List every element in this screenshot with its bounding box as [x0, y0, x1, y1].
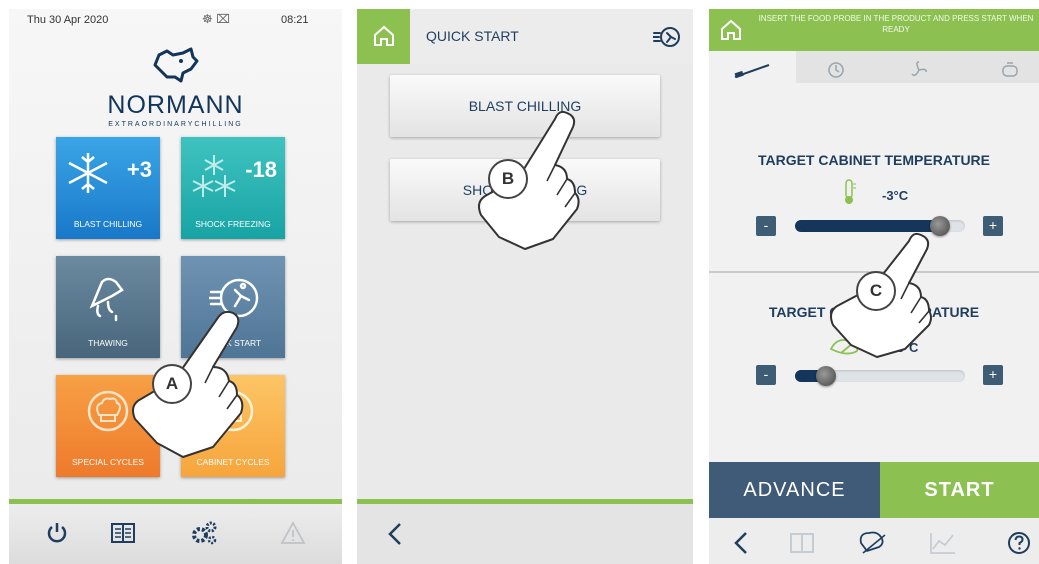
- status-date: Thu 30 Apr 2020: [27, 14, 109, 26]
- status-icons: ☸ ⌧: [202, 12, 230, 26]
- slider-handle[interactable]: [815, 366, 836, 386]
- chart-icon[interactable]: [929, 531, 957, 555]
- start-button[interactable]: START: [880, 462, 1039, 518]
- warning-icon[interactable]: [280, 521, 306, 545]
- compressor-icon[interactable]: [1001, 61, 1019, 79]
- core-temp-plus-button[interactable]: +: [983, 365, 1003, 385]
- blast-temp: +3: [126, 157, 152, 182]
- brand-tagline: EXTRAORDINARYCHILLING: [108, 121, 243, 128]
- recipe-icon[interactable]: [857, 529, 887, 555]
- status-bar: Thu 30 Apr 2020 ☸ ⌧ 08:21: [9, 9, 342, 31]
- cabinet-temp-plus-button[interactable]: +: [983, 216, 1003, 236]
- back-icon[interactable]: [387, 522, 403, 546]
- core-temp-slider[interactable]: [795, 366, 965, 386]
- help-icon[interactable]: [1007, 531, 1031, 555]
- snowflakes-icon: [192, 155, 236, 197]
- callout-a: A: [152, 364, 192, 404]
- quick-start-icon: [653, 27, 680, 47]
- gears-icon[interactable]: [190, 520, 218, 546]
- advance-button[interactable]: ADVANCE: [709, 462, 880, 518]
- shock-temp: -18: [245, 157, 277, 182]
- cabinet-temp-value: -3°C: [882, 188, 909, 203]
- home-button[interactable]: [357, 9, 410, 64]
- book-icon[interactable]: [110, 521, 136, 545]
- clock-icon[interactable]: [827, 61, 845, 79]
- tile-blast-chilling[interactable]: +3 BLAST CHILLING: [56, 137, 160, 239]
- callout-b: B: [488, 159, 528, 199]
- panel-probe-settings: INSERT THE FOOD PROBE IN THE PRODUCT AND…: [709, 9, 1039, 564]
- home-button[interactable]: [709, 9, 753, 51]
- header-bar: QUICK START: [357, 9, 693, 64]
- core-temp-minus-button[interactable]: -: [756, 365, 776, 385]
- fan-icon[interactable]: [909, 60, 929, 80]
- power-icon[interactable]: [45, 521, 69, 545]
- page-title: QUICK START: [426, 28, 519, 44]
- callout-c: C: [856, 271, 896, 311]
- home-icon: [374, 25, 394, 46]
- brand-name: NORMANN: [107, 91, 244, 119]
- bottom-toolbar: [9, 504, 342, 564]
- home-icon: [721, 19, 741, 40]
- tile-label: BLAST CHILLING: [73, 219, 143, 229]
- snowflake-icon: [68, 153, 108, 193]
- book-icon[interactable]: [789, 531, 815, 555]
- cabinet-temp-heading: TARGET CABINET TEMPERATURE: [757, 152, 991, 168]
- probe-icon: [734, 64, 770, 79]
- status-time: 08:21: [281, 14, 309, 26]
- bear-logo-icon: [9, 47, 342, 83]
- thermometer-icon: [845, 179, 856, 204]
- panel-home-screen: Thu 30 Apr 2020 ☸ ⌧ 08:21 NORMANN EXTRAO…: [9, 9, 342, 564]
- tile-shock-freezing[interactable]: -18 SHOCK FREEZING: [181, 137, 285, 239]
- tab-probe[interactable]: [709, 51, 796, 87]
- panel-quick-start: QUICK START BLAST CHILLING SHOCK FREEZIN…: [357, 9, 693, 564]
- cabinet-temp-minus-button[interactable]: -: [756, 216, 776, 236]
- back-icon[interactable]: [733, 531, 749, 555]
- instruction-banner: INSERT THE FOOD PROBE IN THE PRODUCT AND…: [753, 9, 1039, 51]
- bottom-toolbar: [357, 504, 693, 564]
- tile-label: SHOCK FREEZING: [195, 219, 271, 229]
